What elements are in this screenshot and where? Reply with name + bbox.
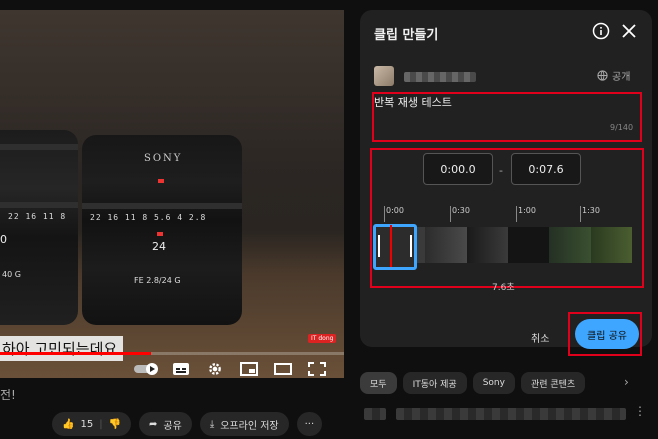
chip-itdonga[interactable]: IT동아 제공 <box>402 372 467 394</box>
chevron-right-icon[interactable]: › <box>624 375 629 389</box>
create-clip-panel: 클립 만들기 공개 반복 재생 테스트 9/140 0:00.0 - 0:07.… <box>360 10 652 356</box>
more-icon: ··· <box>304 418 315 430</box>
info-icon[interactable] <box>592 22 610 40</box>
theater-mode-icon[interactable] <box>274 362 292 376</box>
timeline-tick <box>580 206 581 222</box>
miniplayer-icon[interactable] <box>240 362 258 376</box>
thumbs-up-icon: 👍 <box>62 418 75 430</box>
globe-icon <box>597 70 608 81</box>
playhead-marker[interactable] <box>390 225 392 267</box>
selection-left-handle[interactable] <box>378 235 380 257</box>
share-clip-button[interactable]: 클립 공유 <box>575 319 639 349</box>
progress-bar[interactable] <box>0 352 344 355</box>
chip-all[interactable]: 모두 <box>360 372 397 394</box>
visibility-label: 공개 <box>612 72 631 83</box>
recommendation-blurred <box>364 408 386 420</box>
clip-duration: 7.6초 <box>492 283 515 293</box>
share-arrow-icon: ➦ <box>149 418 158 430</box>
autoplay-toggle-icon[interactable] <box>134 362 160 376</box>
clip-selection-handle[interactable] <box>373 224 417 270</box>
more-vert-icon[interactable]: ⋮ <box>634 404 646 418</box>
thumbs-down-icon[interactable]: 👎 <box>109 419 121 430</box>
download-icon: ⤓ <box>209 418 215 430</box>
share-label: 공유 <box>163 420 182 432</box>
time-range-dash: - <box>499 164 503 177</box>
lens-left-model: 40 G <box>2 270 21 279</box>
timeline-tick <box>450 206 451 222</box>
chip-sony[interactable]: Sony <box>472 372 515 394</box>
related-chips: 모두 IT동아 제공 Sony 관련 콘텐츠 <box>360 372 586 394</box>
lens-right-focal: 24 <box>152 240 166 253</box>
channel-watermark: IT dong <box>308 334 337 343</box>
fullscreen-icon[interactable] <box>308 362 326 376</box>
lens-right: SONY 22 16 11 8 5.6 4 2.8 24 FE 2.8/24 G <box>82 135 242 325</box>
settings-gear-icon[interactable] <box>206 362 224 376</box>
download-label: 오프라인 저장 <box>220 420 279 432</box>
recommendation-title-blurred <box>396 408 626 420</box>
download-button[interactable]: ⤓ 오프라인 저장 <box>199 412 289 436</box>
timeline-tick-label: 0:00 <box>386 206 404 215</box>
lens-right-model: FE 2.8/24 G <box>134 276 181 285</box>
cancel-button[interactable]: 취소 <box>531 330 549 345</box>
timeline-tick-label: 0:30 <box>452 206 470 215</box>
panel-title: 클립 만들기 <box>374 28 439 43</box>
lens-right-ticks: 22 16 11 8 5.6 4 2.8 <box>90 213 207 222</box>
clip-title-input[interactable]: 반복 재생 테스트 <box>374 94 452 110</box>
timeline-thumbnail-strip[interactable] <box>384 227 632 263</box>
lens-left-focal: 0 <box>0 233 7 246</box>
video-player[interactable]: 22 16 11 8 0 40 G SONY 22 16 11 8 5.6 4 … <box>0 10 344 378</box>
lens-left: 22 16 11 8 0 40 G <box>0 130 78 325</box>
timeline-tick-label: 1:30 <box>582 206 600 215</box>
captions-icon[interactable] <box>172 362 190 376</box>
more-actions-button[interactable]: ··· <box>296 412 323 436</box>
lens-right-brand: SONY <box>144 153 183 164</box>
timeline-tick <box>516 206 517 222</box>
channel-name-blurred <box>404 72 476 82</box>
chip-related[interactable]: 관련 콘텐츠 <box>520 372 586 394</box>
visibility-status: 공개 <box>597 68 630 83</box>
selection-right-handle[interactable] <box>410 235 412 257</box>
video-title-partial: 전! <box>0 388 16 402</box>
timeline-tick-label: 1:00 <box>518 206 536 215</box>
like-button[interactable]: 👍 15 | 👎 <box>52 412 132 436</box>
subtitle-caption: 하아 고민되는데요 <box>0 336 124 361</box>
progress-fill <box>0 352 152 355</box>
timeline-tick <box>384 206 385 222</box>
start-time-input[interactable]: 0:00.0 <box>423 153 493 185</box>
close-icon[interactable] <box>620 22 638 40</box>
end-time-input[interactable]: 0:07.6 <box>511 153 581 185</box>
video-actions: 👍 15 | 👎 ➦ 공유 ⤓ 오프라인 저장 ··· <box>52 412 323 436</box>
like-count: 15 <box>80 418 94 430</box>
share-button[interactable]: ➦ 공유 <box>139 412 192 436</box>
lens-left-ticks: 22 16 11 8 <box>8 212 67 221</box>
character-counter: 9/140 <box>610 123 634 132</box>
channel-avatar <box>374 66 394 86</box>
